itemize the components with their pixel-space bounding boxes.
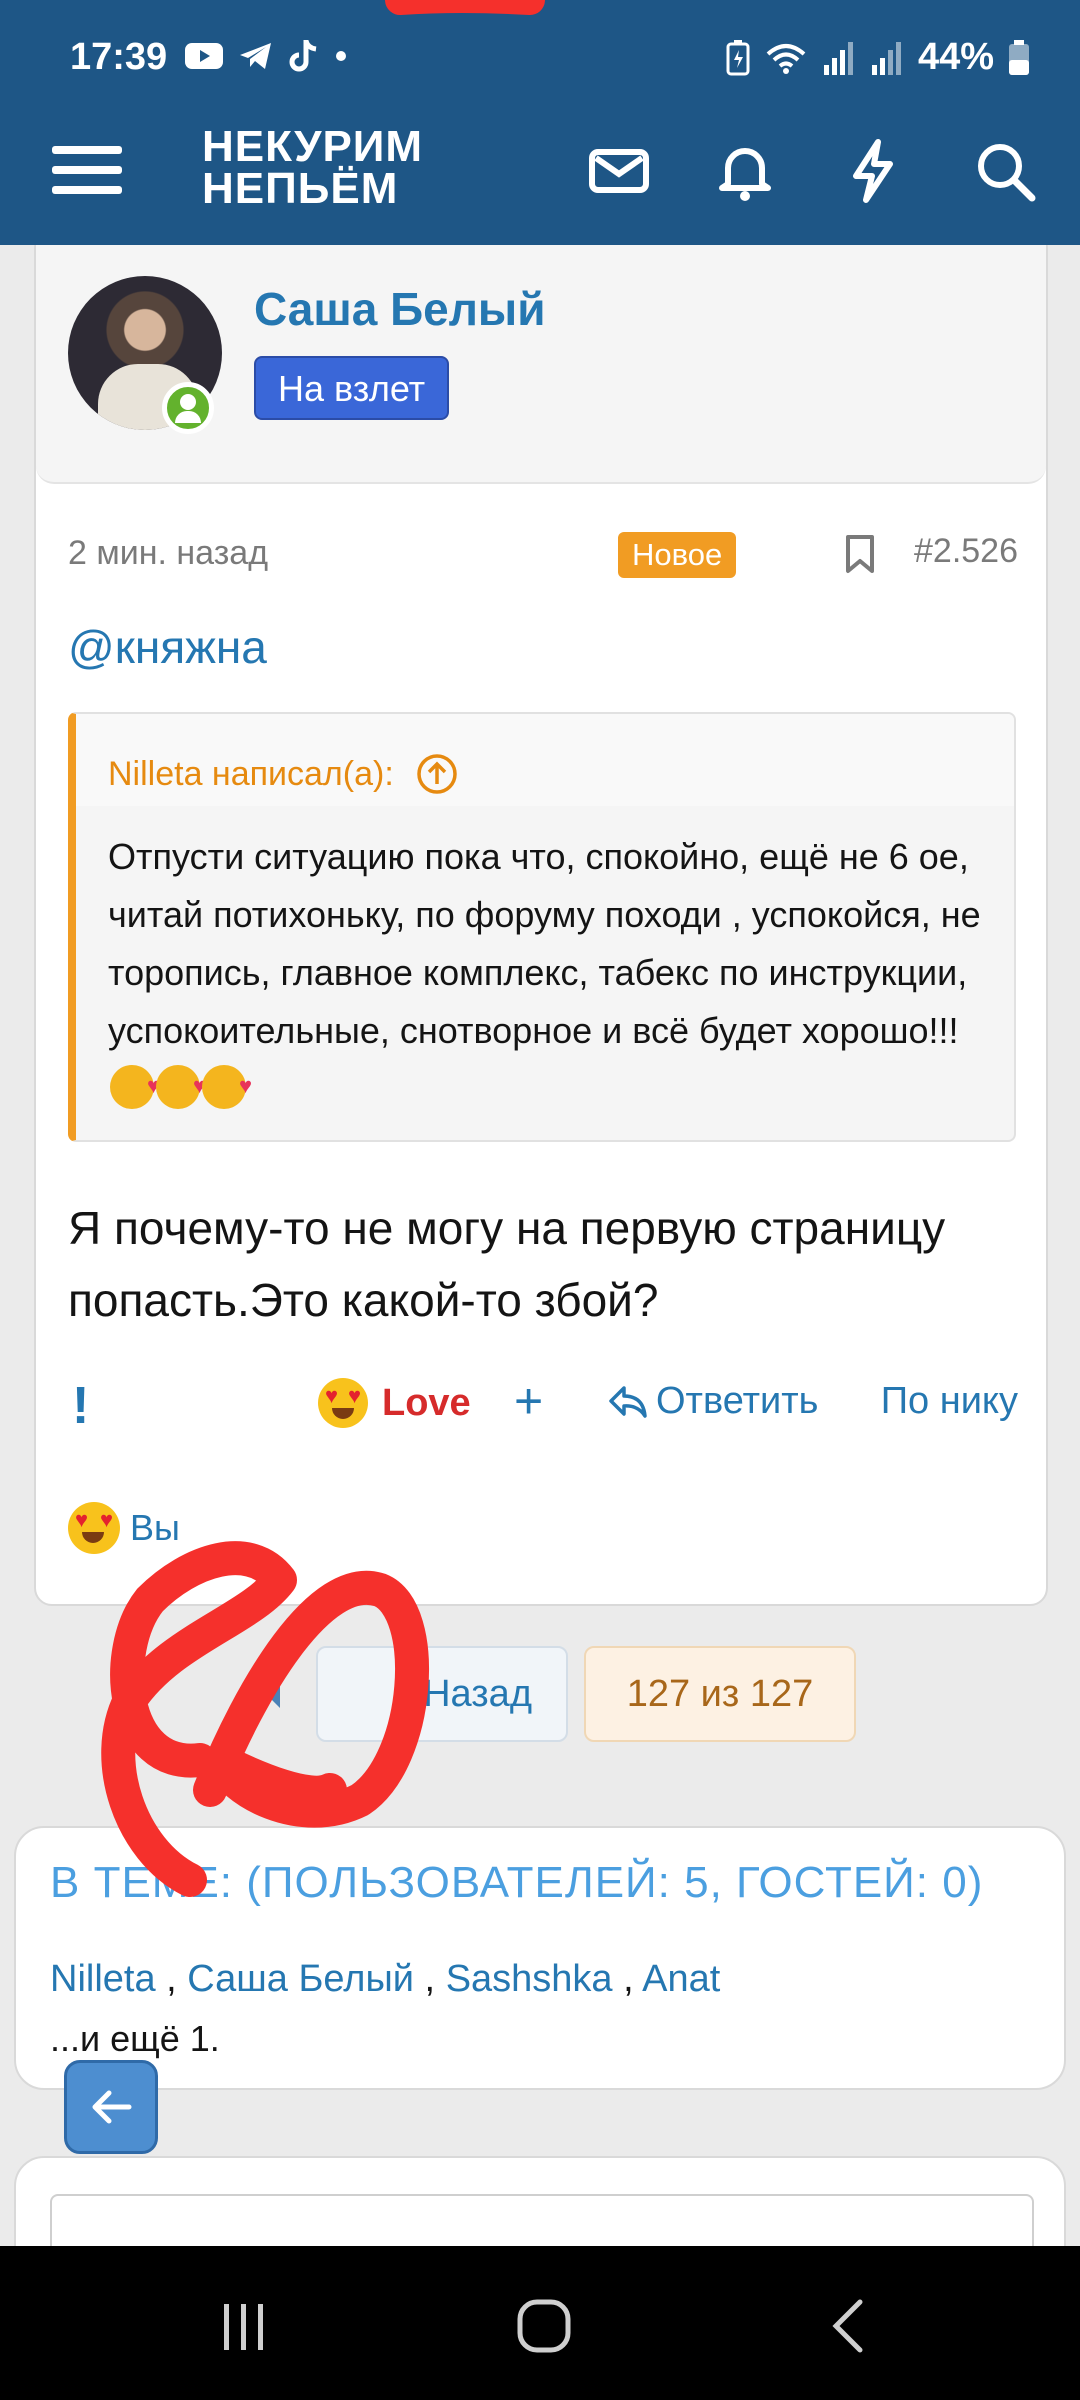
love-reaction-button[interactable]: Love: [318, 1378, 471, 1428]
heart-eyes-emoji-icon: [68, 1502, 120, 1554]
user-link[interactable]: Саша Белый: [187, 1958, 414, 2000]
reply-label: Ответить: [656, 1380, 819, 1422]
mail-icon[interactable]: [584, 136, 654, 206]
users-in-thread-panel: В ТЕМЕ: (ПОЛЬЗОВАТЕЛЕЙ: 5, ГОСТЕЙ: 0) Ni…: [14, 1826, 1066, 2090]
user-link[interactable]: Sashshka: [446, 1958, 613, 2000]
post-author-block: Саша Белый На взлет: [36, 232, 1046, 484]
signal-icon: [823, 41, 853, 75]
more-users-text: ...и ещё 1.: [50, 2018, 220, 2059]
signal-2-icon: [871, 41, 901, 75]
love-label: Love: [382, 1381, 471, 1424]
post-time[interactable]: 2 мин. назад: [68, 534, 268, 573]
bell-icon[interactable]: [710, 136, 780, 206]
post-card: Саша Белый На взлет 2 мин. назад Новое #…: [34, 230, 1048, 1606]
back-floating-button[interactable]: [64, 2060, 158, 2154]
app-header-bar: 17:39 44% НЕКУРИМ НЕПЬЁМ: [0, 0, 1080, 245]
quote-text: Отпусти ситуацию пока что, спокойно, ещё…: [108, 836, 981, 1051]
new-badge: Новое: [618, 532, 737, 578]
quote-body: Отпусти ситуацию пока что, спокойно, ещё…: [76, 806, 1014, 1118]
logo-line-2: НЕПЬЁМ: [202, 164, 399, 213]
post-meta: 2 мин. назад Новое #2.526: [68, 524, 1018, 584]
lightning-icon[interactable]: [838, 136, 908, 206]
logo-line-1: НЕКУРИМ: [202, 122, 424, 171]
user-mention-link[interactable]: @княжна: [68, 620, 267, 674]
quote-author: Nilleta написал(а):: [108, 754, 394, 793]
by-nick-button[interactable]: По нику: [881, 1380, 1018, 1423]
battery-percent: 44%: [917, 36, 994, 78]
arrow-left-icon: [92, 2090, 132, 2124]
dot-icon: [336, 51, 346, 61]
reply-button[interactable]: Ответить: [608, 1380, 818, 1423]
bookmark-icon[interactable]: [842, 534, 878, 574]
user-title-badge: На взлет: [254, 356, 450, 420]
reaction-users: Вы: [130, 1507, 180, 1548]
page-position-button[interactable]: 127 из 127: [584, 1646, 856, 1742]
reactions-summary[interactable]: Вы: [68, 1502, 180, 1554]
smiling-hearts-emoji-icon: [110, 1057, 160, 1115]
site-logo[interactable]: НЕКУРИМ НЕПЬЁМ: [202, 122, 424, 213]
site-header: НЕКУРИМ НЕПЬЁМ: [0, 118, 1080, 245]
heart-eyes-emoji-icon: [318, 1378, 368, 1428]
youtube-icon: [185, 43, 223, 69]
quote-block: Nilleta написал(а): Отпусти ситуацию пок…: [68, 712, 1016, 1142]
telegram-icon: [240, 43, 271, 69]
users-in-thread-title: В ТЕМЕ: (ПОЛЬЗОВАТЕЛЕЙ: 5, ГОСТЕЙ: 0): [50, 1858, 984, 1907]
arrow-up-circle-icon[interactable]: [416, 753, 458, 795]
battery-saver-icon: [726, 39, 750, 75]
search-icon[interactable]: [970, 136, 1040, 206]
wifi-icon: [766, 43, 806, 74]
status-notification-icons: [184, 38, 348, 74]
quote-header[interactable]: Nilleta написал(а):: [76, 714, 1014, 806]
back-icon[interactable]: [820, 2296, 880, 2356]
report-button[interactable]: !: [72, 1376, 89, 1436]
post-message: Я почему-то не могу на первую страницу п…: [68, 1202, 946, 1326]
status-bar: 17:39 44%: [0, 0, 1080, 118]
battery-icon: [1009, 39, 1029, 75]
post-actions: ! Love + Ответить По нику: [68, 1372, 1018, 1442]
pagination: Назад 127 из 127: [0, 1646, 1080, 1742]
reply-icon: [609, 1385, 647, 1418]
previous-page-button[interactable]: Назад: [316, 1646, 568, 1742]
status-time: 17:39: [70, 36, 168, 78]
multiquote-button[interactable]: +: [514, 1372, 543, 1430]
smiling-hearts-emoji-icon: [202, 1057, 252, 1115]
system-nav-bar: [0, 2246, 1080, 2400]
online-status-icon: [162, 382, 214, 434]
user-link[interactable]: Anat: [642, 1958, 720, 2000]
users-list: Nilleta , Саша Белый , Sashshka , Anat: [50, 1958, 721, 2000]
author-name[interactable]: Саша Белый: [254, 282, 546, 336]
user-link[interactable]: Nilleta: [50, 1958, 156, 2000]
post-number[interactable]: #2.526: [914, 532, 1018, 571]
status-system-icons: 44%: [726, 36, 1030, 79]
first-page-icon[interactable]: [220, 1652, 310, 1736]
tiktok-icon: [289, 40, 317, 72]
menu-icon[interactable]: [52, 138, 122, 208]
recent-apps-icon[interactable]: [214, 2296, 274, 2356]
home-icon[interactable]: [514, 2296, 574, 2356]
smiling-hearts-emoji-icon: [156, 1057, 206, 1115]
